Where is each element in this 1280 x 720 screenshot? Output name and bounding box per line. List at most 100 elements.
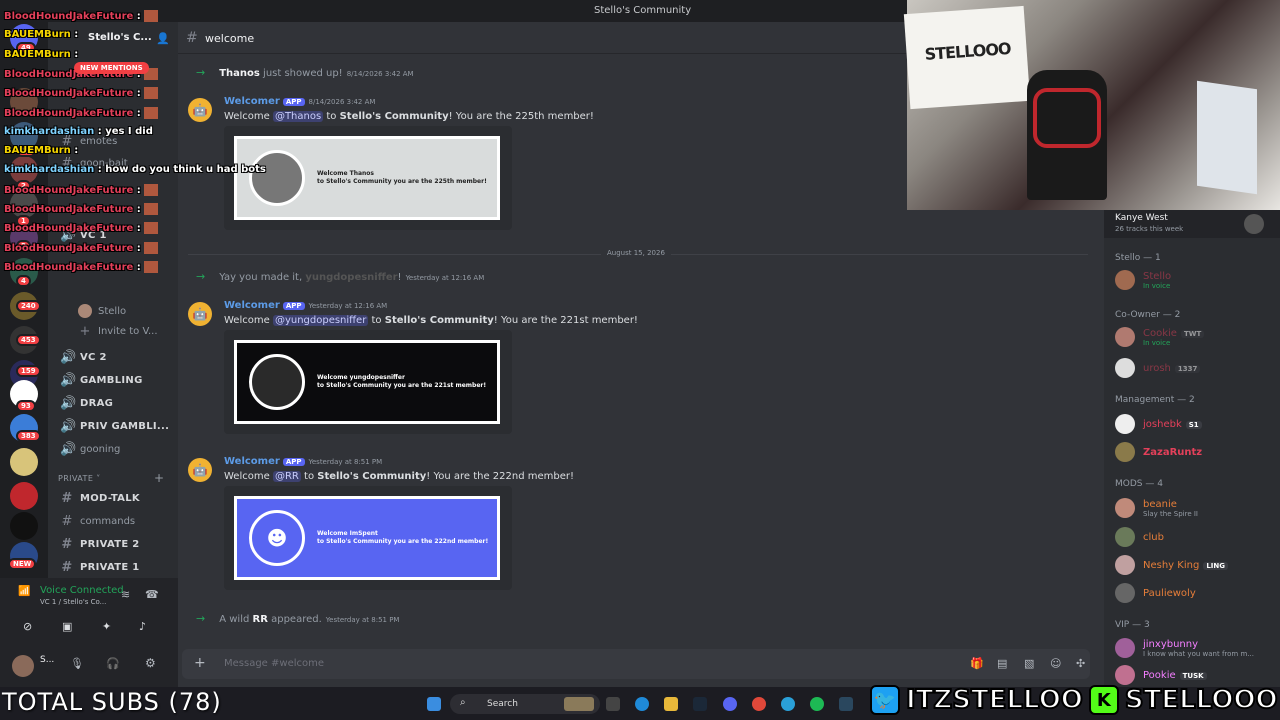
- join-user[interactable]: RR: [253, 614, 268, 625]
- invite-to-voice[interactable]: + Invite to V...: [78, 324, 158, 339]
- member-category: Stello — 1: [1115, 253, 1161, 263]
- member-item[interactable]: club: [1115, 527, 1164, 547]
- channel-vc2[interactable]: 🔊 VC 2: [60, 350, 107, 365]
- text: ! You are the 222nd member!: [426, 471, 575, 482]
- member-item[interactable]: joshebk S1: [1115, 414, 1202, 434]
- chat-message: :: [136, 261, 141, 273]
- avatar[interactable]: [12, 655, 34, 677]
- attach-plus-icon[interactable]: +: [194, 655, 206, 671]
- chat-username: BloodHoundJakeFuture: [4, 223, 134, 235]
- chrome-icon[interactable]: [752, 697, 766, 711]
- welcome-card-image[interactable]: Welcome yungdopesniffer to Stello's Commu…: [234, 340, 500, 424]
- message-input[interactable]: Message #welcome: [224, 658, 324, 669]
- member-item[interactable]: Pauliewoly: [1115, 583, 1196, 603]
- add-channel-icon[interactable]: +: [154, 471, 164, 485]
- member-item[interactable]: Neshy King LING: [1115, 555, 1228, 575]
- member-item[interactable]: beanie Slay the Spire II: [1115, 498, 1198, 518]
- welcomer-avatar[interactable]: 🤖: [188, 302, 212, 326]
- server-icon[interactable]: [10, 448, 38, 476]
- member-tag: LING: [1203, 561, 1228, 570]
- user-mention[interactable]: @Thanos: [272, 111, 324, 122]
- soundboard-icon[interactable]: ♪: [139, 620, 146, 633]
- discord-icon[interactable]: [723, 697, 737, 711]
- chat-username: BloodHoundJakeFuture: [4, 184, 134, 196]
- member-item[interactable]: ZazaRuntz: [1115, 442, 1202, 462]
- message-header: Welcomer APP Yesterday at 8:51 PM: [224, 456, 382, 467]
- camera-off-icon[interactable]: ⊘: [23, 620, 32, 633]
- channel-priv-gambling[interactable]: 🔊 PRIV GAMBLI...: [60, 419, 169, 434]
- app-icon[interactable]: [606, 697, 620, 711]
- windows-start-icon[interactable]: [427, 697, 441, 711]
- spotify-icon[interactable]: [810, 697, 824, 711]
- avatar: [1115, 527, 1135, 547]
- channel-private-2[interactable]: # PRIVATE 2: [60, 537, 140, 552]
- taskbar-search[interactable]: ⌕ Search: [450, 694, 600, 714]
- welcome-card-image[interactable]: ☻ Welcome ImSpent to Stello's Community y…: [234, 496, 500, 580]
- new-mentions-pill[interactable]: NEW MENTIONS: [74, 62, 149, 74]
- disconnect-icon[interactable]: ☎: [145, 588, 159, 601]
- channel-drag[interactable]: 🔊 DRAG: [60, 396, 113, 411]
- channel-commands[interactable]: # commands: [60, 514, 136, 529]
- chat-username: BAUEMBurn: [4, 48, 71, 60]
- chat-line: BloodHoundJakeFuture :: [4, 260, 158, 273]
- now-playing[interactable]: Kanye West 26 tracks this week: [1104, 210, 1280, 238]
- headphones-icon[interactable]: 🎧: [106, 657, 120, 670]
- chat-message: :: [136, 11, 141, 22]
- welcomer-avatar[interactable]: 🤖: [188, 458, 212, 482]
- author-name[interactable]: Welcomer: [224, 456, 280, 467]
- noise-suppression-icon[interactable]: ≋: [121, 588, 130, 601]
- member-status: Slay the Spire II: [1143, 509, 1198, 518]
- chat-line: BAUEMBurn :: [4, 49, 78, 60]
- settings-gear-icon[interactable]: ⚙: [145, 656, 156, 670]
- activities-icon[interactable]: ✦: [102, 620, 111, 633]
- file-explorer-icon[interactable]: [664, 697, 678, 711]
- server-icon[interactable]: [10, 482, 38, 510]
- member-item[interactable]: Cookie TWT In voice: [1115, 327, 1205, 347]
- card-subtitle: to Stello's Community you are the 221st …: [317, 382, 487, 389]
- member-name: joshebk: [1143, 418, 1182, 430]
- member-status: In voice: [1143, 338, 1171, 347]
- apps-icon[interactable]: ✣: [1076, 657, 1085, 670]
- twitter-icon: 🐦: [870, 685, 900, 715]
- member-item[interactable]: urosh 1337: [1115, 358, 1201, 378]
- search-label: Search: [487, 699, 518, 709]
- screen-share-icon[interactable]: ▣: [62, 620, 72, 633]
- user-mention[interactable]: @RR: [272, 471, 301, 482]
- edge-icon[interactable]: [635, 697, 649, 711]
- voice-status[interactable]: Voice Connected: [40, 585, 124, 596]
- mention-badge: 159: [16, 365, 41, 377]
- channel-gambling[interactable]: 🔊 GAMBLING: [60, 373, 143, 388]
- vc-user[interactable]: Stello: [78, 304, 126, 318]
- steam-icon-2[interactable]: [839, 697, 853, 711]
- member-name: urosh: [1143, 362, 1171, 374]
- join-user[interactable]: yungdopesniffer: [305, 272, 397, 283]
- member-item[interactable]: Stello In voice: [1115, 270, 1171, 290]
- chat-username: BloodHoundJakeFuture: [4, 107, 134, 119]
- gift-icon[interactable]: 🎁: [970, 657, 984, 670]
- gif-icon[interactable]: ▤: [997, 657, 1007, 670]
- chat-emote: [143, 203, 158, 215]
- user-mention[interactable]: @yungdopesniffer: [272, 315, 369, 326]
- server-icon[interactable]: [10, 512, 38, 540]
- voice-panel: 📶 Voice Connected VC 1 / Stello's Co... …: [0, 578, 178, 646]
- channel-gooning[interactable]: 🔊 gooning: [60, 442, 120, 457]
- channel-mod-talk[interactable]: # MOD-TALK: [60, 491, 140, 506]
- author-name[interactable]: Welcomer: [224, 300, 280, 311]
- message-composer[interactable]: + Message #welcome 🎁 ▤ ▧ ☺ ✣: [182, 649, 1090, 679]
- steam-icon[interactable]: [693, 697, 707, 711]
- user-name[interactable]: S...: [40, 655, 54, 665]
- chat-emote: [143, 183, 158, 196]
- chat-username: BloodHoundJakeFuture: [4, 242, 134, 254]
- member-item[interactable]: jinxybunny I know what you want from m...: [1115, 638, 1254, 658]
- emoji-icon[interactable]: ☺: [1050, 657, 1061, 670]
- category-private[interactable]: PRIVATE ˅: [58, 474, 101, 483]
- voice-location[interactable]: VC 1 / Stello's Co...: [40, 598, 106, 606]
- welcome-card-image[interactable]: Welcome Thanos to Stello's Community you …: [234, 136, 500, 220]
- discord-logo-icon: ☻: [249, 510, 305, 566]
- channel-private-1[interactable]: # PRIVATE 1: [60, 560, 140, 575]
- microphone-icon[interactable]: 🎙: [70, 657, 84, 670]
- join-text: just showed up!: [263, 68, 343, 79]
- telegram-icon[interactable]: [781, 697, 795, 711]
- sticker-icon[interactable]: ▧: [1024, 657, 1034, 670]
- server-name: Stello's Community: [384, 315, 494, 326]
